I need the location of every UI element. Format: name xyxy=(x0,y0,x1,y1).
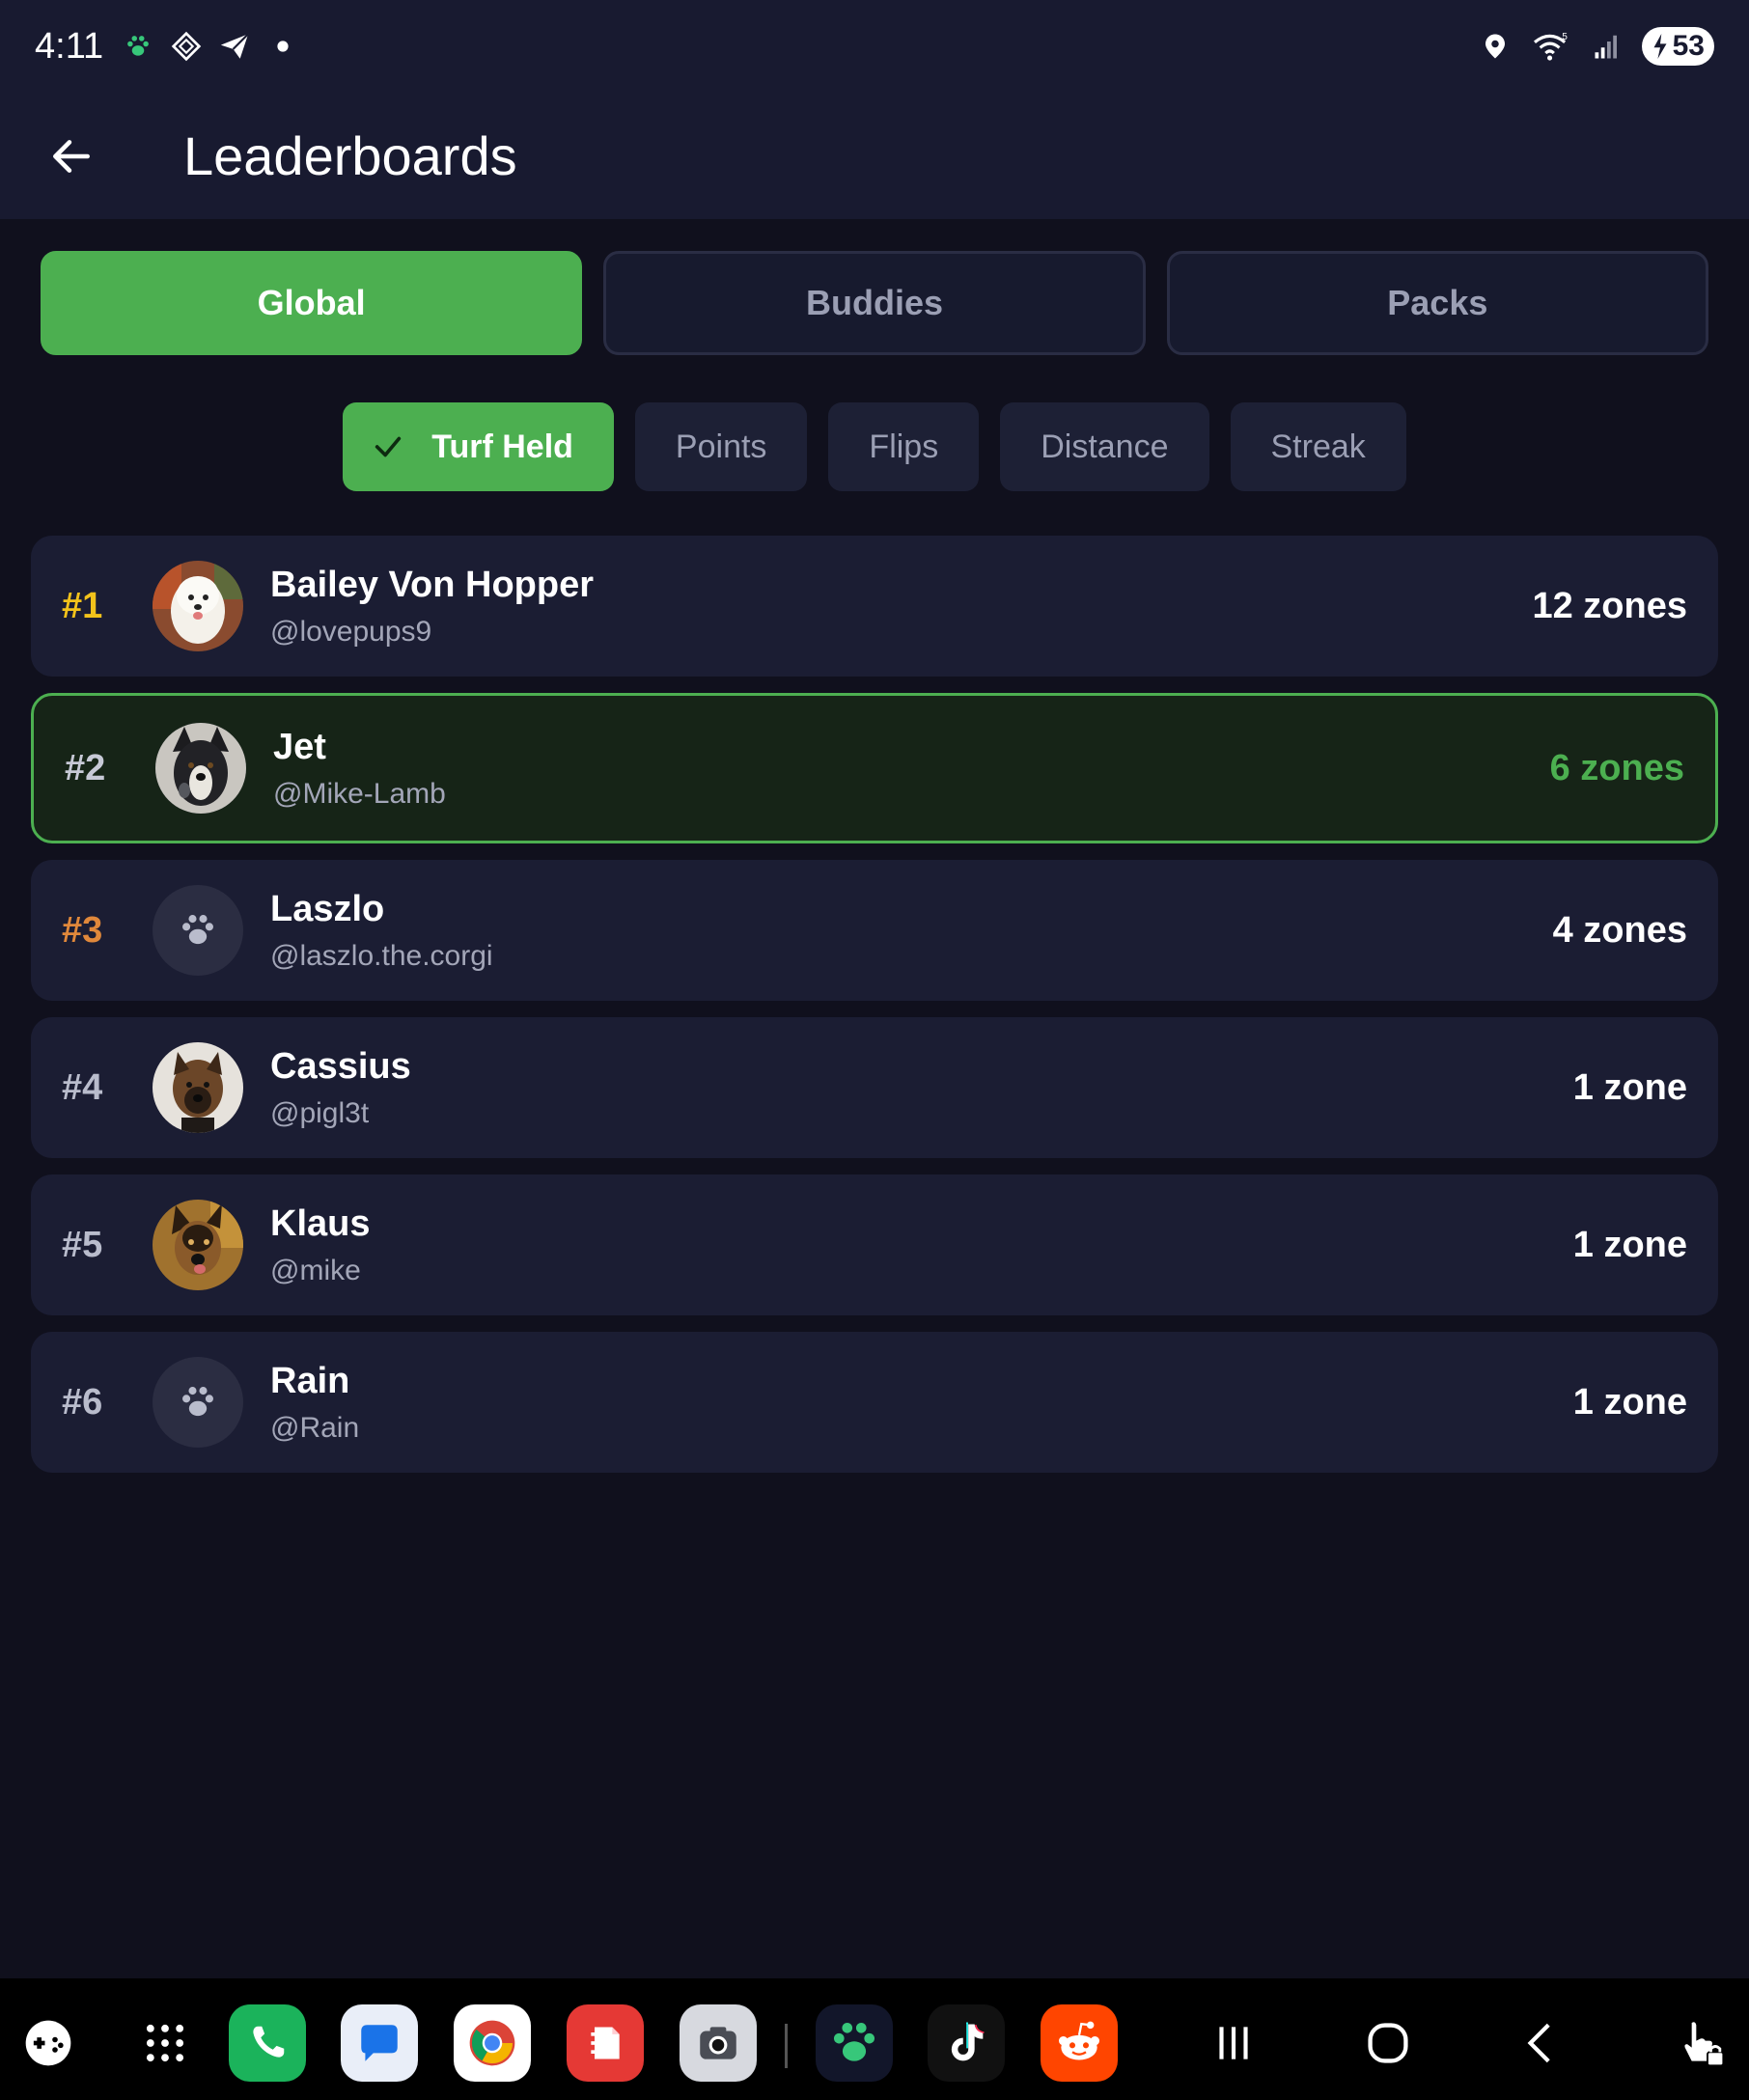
name-block: Cassius @pigl3t xyxy=(270,1046,411,1130)
name-block: Rain @Rain xyxy=(270,1361,359,1445)
pet-name: Klaus xyxy=(270,1202,371,1244)
tab-packs[interactable]: Packs xyxy=(1166,251,1708,355)
paw-icon xyxy=(182,1387,213,1417)
battery-icon: 53 xyxy=(1641,27,1714,66)
rank-label: #4 xyxy=(62,1066,103,1108)
diamond-icon xyxy=(169,29,204,64)
app-bar: Leaderboards xyxy=(0,93,1749,219)
pet-name: Jet xyxy=(273,726,326,767)
rank-label: #2 xyxy=(65,747,106,788)
status-time: 4:11 xyxy=(35,25,104,67)
score-value: 1 zone xyxy=(1572,1066,1687,1108)
camera-app-icon[interactable] xyxy=(680,2004,757,2082)
chrome-app-icon[interactable] xyxy=(454,2004,531,2082)
tab-buddies[interactable]: Buddies xyxy=(603,251,1146,355)
user-handle: @pigl3t xyxy=(270,1096,370,1129)
tab-label: Buddies xyxy=(805,283,943,322)
signal-icon xyxy=(1590,29,1624,64)
chip-turf-held[interactable]: Turf Held xyxy=(343,402,614,491)
battery-level: 53 xyxy=(1672,30,1705,62)
chip-distance[interactable]: Distance xyxy=(1000,402,1209,491)
notes-app-icon[interactable] xyxy=(567,2004,644,2082)
touch-lock-icon[interactable] xyxy=(1662,2004,1739,2082)
leaderboard-row-current-user[interactable]: #2 Jet @Mike-Lamb 6 zones xyxy=(31,693,1718,843)
score-value: 6 zones xyxy=(1549,747,1684,788)
wifi-icon: 5 xyxy=(1530,29,1572,64)
tab-label: Packs xyxy=(1387,283,1488,322)
rank-label: #6 xyxy=(62,1381,103,1423)
chip-label: Points xyxy=(675,428,767,465)
avatar-photo-black-dog xyxy=(155,723,246,814)
name-block: Jet @Mike-Lamb xyxy=(273,727,446,811)
user-handle: @Mike-Lamb xyxy=(273,777,446,810)
avatar-paw-placeholder xyxy=(153,1357,243,1448)
messages-app-icon[interactable] xyxy=(341,2004,418,2082)
score-value: 1 zone xyxy=(1572,1224,1687,1265)
user-handle: @lovepups9 xyxy=(270,615,432,648)
leaderboard-row[interactable]: #5 Klaus @mike 1 zone xyxy=(31,1174,1718,1315)
metric-filter-chips: Turf Held Points Flips Distance Streak xyxy=(0,402,1749,491)
pet-name: Cassius xyxy=(270,1045,411,1087)
pet-name: Laszlo xyxy=(270,888,385,929)
name-block: Laszlo @laszlo.the.corgi xyxy=(270,889,493,973)
scope-tabs: Global Buddies Packs xyxy=(41,251,1708,355)
leaderboard-row[interactable]: #3 Laszlo @laszlo.the.corgi 4 zones xyxy=(31,860,1718,1001)
status-left-icons xyxy=(121,29,300,64)
score-value: 1 zone xyxy=(1572,1381,1687,1423)
rank-label: #5 xyxy=(62,1224,103,1265)
tiktok-app-icon[interactable] xyxy=(928,2004,1005,2082)
home-icon[interactable] xyxy=(1349,2004,1427,2082)
page-title: Leaderboards xyxy=(183,125,517,186)
chip-label: Flips xyxy=(869,428,939,465)
leaderboard-row[interactable]: #1 Bailey Von Hopper @lovepups9 12 zones xyxy=(31,536,1718,677)
reddit-app-icon[interactable] xyxy=(1041,2004,1118,2082)
status-right-icons: 5 53 xyxy=(1478,27,1714,66)
avatar-paw-placeholder xyxy=(153,885,243,976)
check-icon xyxy=(372,430,404,463)
pet-name: Bailey Von Hopper xyxy=(270,564,595,605)
recents-icon[interactable] xyxy=(1195,2004,1272,2082)
game-launcher-icon[interactable] xyxy=(10,2004,87,2082)
tab-global[interactable]: Global xyxy=(41,251,583,355)
taskbar-divider xyxy=(785,2024,788,2068)
leaderboard-row[interactable]: #4 Cassius @pigl3t 1 zone xyxy=(31,1017,1718,1158)
score-value: 4 zones xyxy=(1552,909,1687,951)
phone-app-icon[interactable] xyxy=(229,2004,306,2082)
name-block: Bailey Von Hopper @lovepups9 xyxy=(270,565,594,649)
paw-icon xyxy=(121,29,155,64)
navigation-bar xyxy=(0,1978,1749,2100)
svg-text:5: 5 xyxy=(1562,32,1568,42)
chip-streak[interactable]: Streak xyxy=(1230,402,1406,491)
paw-icon xyxy=(182,915,213,945)
app-drawer-icon[interactable] xyxy=(126,2004,204,2082)
leaderboard-list: #1 Bailey Von Hopper @lovepups9 12 zones… xyxy=(31,536,1718,1489)
rank-label: #3 xyxy=(62,909,103,951)
score-value: 12 zones xyxy=(1532,585,1687,626)
tab-label: Global xyxy=(257,283,366,322)
leaderboard-row[interactable]: #6 Rain @Rain 1 zone xyxy=(31,1332,1718,1473)
name-block: Klaus @mike xyxy=(270,1203,370,1287)
user-handle: @mike xyxy=(270,1254,361,1286)
chip-flips[interactable]: Flips xyxy=(828,402,980,491)
chip-points[interactable]: Points xyxy=(634,402,808,491)
chip-label: Distance xyxy=(1041,428,1169,465)
chip-label: Streak xyxy=(1270,428,1366,465)
user-handle: @Rain xyxy=(270,1411,360,1444)
pet-name: Rain xyxy=(270,1360,350,1401)
back-nav-icon[interactable] xyxy=(1504,2004,1581,2082)
status-bar: 4:11 5 53 xyxy=(0,0,1749,93)
telegram-icon xyxy=(217,29,252,64)
dot-icon xyxy=(265,29,300,64)
back-button[interactable] xyxy=(33,118,110,195)
avatar-photo-shepherd xyxy=(153,1200,243,1290)
avatar-photo-white-dog xyxy=(153,561,243,651)
location-icon xyxy=(1478,29,1513,64)
user-handle: @laszlo.the.corgi xyxy=(270,939,493,972)
chip-label: Turf Held xyxy=(431,428,573,465)
arrow-left-icon xyxy=(53,139,90,173)
avatar-photo-brown-dog xyxy=(153,1042,243,1133)
rank-label: #1 xyxy=(62,585,103,626)
paw-app-icon[interactable] xyxy=(816,2004,893,2082)
